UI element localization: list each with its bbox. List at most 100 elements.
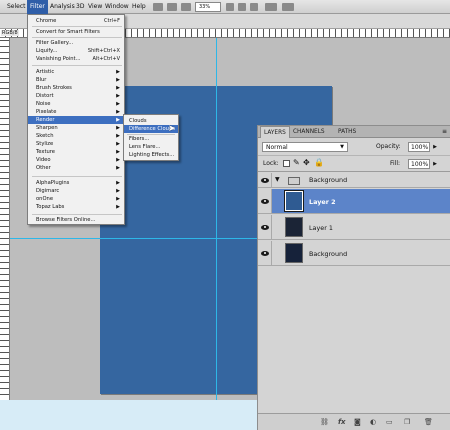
menu-separator	[32, 65, 122, 66]
menu-item-last-filter[interactable]: Chrome Ctrl+F	[28, 17, 124, 25]
submenu-arrow-icon: ▶	[116, 93, 120, 99]
submenu-arrow-icon: ▶	[116, 149, 120, 155]
menu-separator	[32, 176, 122, 177]
panel-menu-icon[interactable]: ≡	[442, 128, 447, 135]
menu-item-blur[interactable]: Blur ▶	[28, 76, 124, 84]
opacity-field[interactable]: 100%	[408, 142, 430, 152]
submenu-item-lens-flare[interactable]: Lens Flare...	[124, 143, 178, 151]
submenu-arrow-icon: ▶	[116, 69, 120, 75]
submenu-arrow-icon: ▶	[116, 204, 120, 210]
lock-pixels-icon[interactable]: ✎	[293, 158, 300, 168]
menu-item-video[interactable]: Video ▶	[28, 156, 124, 164]
menu-item-distort[interactable]: Distort ▶	[28, 92, 124, 100]
hand-icon[interactable]	[226, 3, 234, 11]
menu-item-stylize[interactable]: Stylize ▶	[28, 140, 124, 148]
tab-paths[interactable]: PATHS	[335, 126, 359, 138]
fill-slider-icon[interactable]: ▶	[431, 159, 439, 169]
new-layer-icon[interactable]: ❐	[404, 418, 410, 426]
submenu-arrow-icon: ▶	[116, 101, 120, 107]
mini-bridge-icon[interactable]	[167, 3, 177, 11]
add-mask-icon[interactable]: ◙	[354, 418, 361, 426]
layers-panel: LAYERS CHANNELS PATHS ≡ Normal ▼ Opacity:…	[257, 125, 450, 430]
layer-thumbnail	[285, 217, 303, 237]
menu-item-liquify[interactable]: Liquify... Shift+Ctrl+X	[28, 47, 124, 55]
opacity-slider-icon[interactable]: ▶	[431, 142, 439, 152]
tab-layers[interactable]: LAYERS	[260, 126, 290, 138]
layers-panel-footer: ⛓ fx ◙ ◐ ▭ ❐ 🗑	[258, 413, 450, 430]
visibility-eye-icon[interactable]	[261, 251, 269, 256]
menu-item-render[interactable]: Render ▶	[28, 116, 124, 124]
new-group-icon[interactable]: ▭	[386, 418, 393, 426]
expand-triangle-icon[interactable]: ▼	[275, 176, 280, 184]
menu-item-brush-strokes[interactable]: Brush Strokes ▶	[28, 84, 124, 92]
menu-item-sharpen[interactable]: Sharpen ▶	[28, 124, 124, 132]
blend-mode-select[interactable]: Normal ▼	[262, 142, 348, 152]
bridge-icon[interactable]	[153, 3, 163, 11]
layer-thumbnail	[285, 243, 303, 263]
menu-select[interactable]: Select	[4, 0, 29, 14]
blend-opacity-row: Normal ▼ Opacity: 100% ▶	[258, 139, 450, 156]
layer-style-icon[interactable]: fx	[338, 418, 346, 426]
chevron-down-icon: ▼	[340, 144, 344, 150]
submenu-item-fibers[interactable]: Fibers...	[124, 135, 178, 143]
visibility-eye-icon[interactable]	[261, 225, 269, 230]
screen-mode-icon[interactable]	[282, 3, 294, 11]
submenu-arrow-icon: ▶	[116, 196, 120, 202]
submenu-arrow-icon: ▶	[116, 109, 120, 115]
lock-all-icon[interactable]: 🔒	[314, 158, 324, 168]
menu-item-digimarc[interactable]: Digimarc ▶	[28, 187, 124, 195]
menu-item-pixelate[interactable]: Pixelate ▶	[28, 108, 124, 116]
arrange-documents-icon[interactable]	[265, 3, 277, 11]
menu-item-noise[interactable]: Noise ▶	[28, 100, 124, 108]
layer-row-layer-2[interactable]: Layer 2	[258, 189, 450, 214]
menu-item-topaz-labs[interactable]: Topaz Labs ▶	[28, 203, 124, 211]
menu-item-sketch[interactable]: Sketch ▶	[28, 132, 124, 140]
menu-filter[interactable]: Filter	[27, 0, 48, 14]
delete-layer-icon[interactable]: 🗑	[424, 418, 433, 426]
zoom-icon[interactable]	[238, 3, 246, 11]
fill-field[interactable]: 100%	[408, 159, 430, 169]
menu-window[interactable]: Window	[102, 0, 132, 14]
grid-icon[interactable]	[181, 3, 191, 11]
visibility-eye-icon[interactable]	[261, 178, 269, 183]
menu-item-alphaplugins[interactable]: AlphaPlugins ▶	[28, 179, 124, 187]
menu-help[interactable]: Help	[129, 0, 149, 14]
submenu-arrow-icon: ▶	[116, 180, 120, 186]
submenu-item-lighting-effects[interactable]: Lighting Effects...	[124, 151, 178, 159]
lock-transparent-icon[interactable]	[283, 160, 290, 167]
rotate-icon[interactable]	[250, 3, 258, 11]
submenu-arrow-icon: ▶	[116, 77, 120, 83]
menu-item-other[interactable]: Other ▶	[28, 164, 124, 172]
menu-item-vanishing-point[interactable]: Vanishing Point... Alt+Ctrl+V	[28, 55, 124, 63]
link-layers-icon[interactable]: ⛓	[320, 418, 329, 426]
menu-item-texture[interactable]: Texture ▶	[28, 148, 124, 156]
layer-row-group-background[interactable]: ▼ Background	[258, 173, 450, 188]
layer-name: Layer 1	[309, 224, 333, 232]
vertical-guide[interactable]	[216, 38, 217, 400]
zoom-level-field[interactable]: 33%	[195, 2, 221, 12]
menu-item-onone[interactable]: onOne ▶	[28, 195, 124, 203]
submenu-arrow-icon: ▶	[116, 125, 120, 131]
fill-label: Fill:	[390, 160, 401, 167]
layer-name: Layer 2	[309, 198, 336, 206]
tab-channels[interactable]: CHANNELS	[290, 126, 328, 138]
layer-name: Background	[309, 250, 348, 258]
layer-name: Background	[309, 176, 348, 184]
layer-thumbnail	[284, 190, 304, 212]
layer-row-layer-1[interactable]: Layer 1	[258, 215, 450, 240]
submenu-arrow-icon: ▶	[116, 141, 120, 147]
lock-label: Lock:	[263, 160, 279, 167]
menu-item-convert-smart-filters[interactable]: Convert for Smart Filters	[28, 28, 124, 36]
layer-row-background[interactable]: Background	[258, 241, 450, 266]
opacity-label: Opacity:	[376, 143, 401, 150]
vertical-ruler	[0, 38, 10, 430]
adjustment-layer-icon[interactable]: ◐	[370, 418, 376, 426]
menu-item-artistic[interactable]: Artistic ▶	[28, 68, 124, 76]
lock-position-icon[interactable]: ✥	[303, 158, 310, 168]
submenu-arrow-icon: ▶	[116, 117, 120, 123]
menu-item-browse-filters-online[interactable]: Browse Filters Online...	[28, 216, 124, 224]
menu-item-filter-gallery[interactable]: Filter Gallery...	[28, 39, 124, 47]
visibility-eye-icon[interactable]	[261, 199, 269, 204]
status-area	[0, 400, 258, 430]
filter-menu: Chrome Ctrl+F Convert for Smart Filters F…	[27, 14, 125, 225]
